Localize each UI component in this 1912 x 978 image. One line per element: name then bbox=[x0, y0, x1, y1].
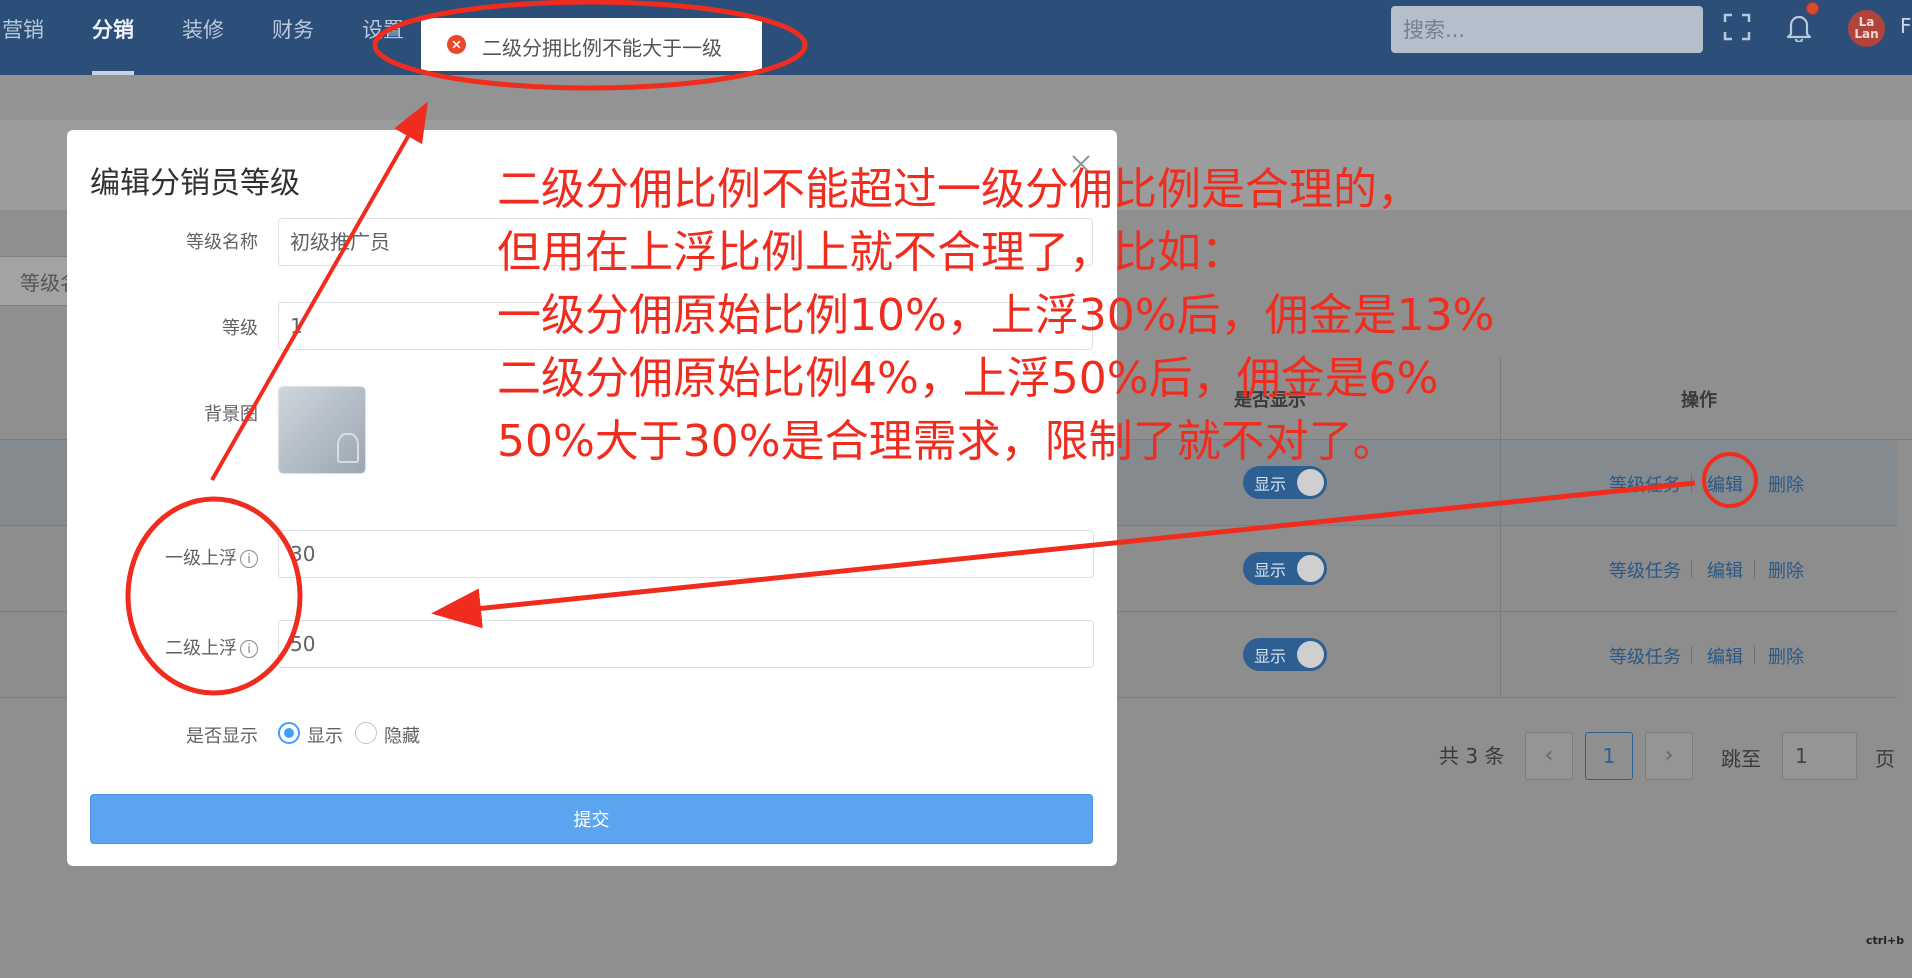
level-task-link[interactable]: 等级任务 bbox=[1609, 471, 1681, 497]
notification-badge bbox=[1806, 2, 1819, 15]
op-divider bbox=[1691, 474, 1692, 492]
edit-link[interactable]: 编辑 bbox=[1707, 643, 1743, 669]
info-icon[interactable]: i bbox=[240, 640, 258, 658]
edit-link[interactable]: 编辑 bbox=[1707, 557, 1743, 583]
edit-link[interactable]: 编辑 bbox=[1707, 471, 1743, 497]
fullscreen-icon[interactable] bbox=[1723, 13, 1751, 41]
column-divider bbox=[1500, 358, 1501, 698]
op-divider bbox=[1754, 474, 1755, 492]
pagination-jump-input[interactable]: 1 bbox=[1782, 732, 1857, 780]
annotation-line: 二级分佣原始比例4%，上浮50%后，佣金是6% bbox=[497, 353, 1439, 404]
delete-link[interactable]: 删除 bbox=[1768, 557, 1804, 583]
second-float-label: 二级上浮 i bbox=[165, 634, 258, 660]
pagination-page-button[interactable]: 1 bbox=[1585, 732, 1633, 780]
toast-message: 二级分拥比例不能大于一级 bbox=[482, 36, 722, 60]
switch-knob bbox=[1297, 555, 1324, 582]
thumbnail-decoration bbox=[337, 433, 359, 463]
annotation-line: 50%大于30%是合理需求，限制了就不对了。 bbox=[497, 416, 1397, 467]
first-float-label: 一级上浮 i bbox=[165, 544, 258, 570]
display-show-radio[interactable] bbox=[278, 722, 300, 744]
op-divider bbox=[1754, 560, 1755, 578]
pagination-page-suffix: 页 bbox=[1875, 747, 1895, 771]
error-icon bbox=[447, 35, 466, 54]
dialog-title: 编辑分销员等级 bbox=[90, 166, 300, 201]
th-actions: 操作 bbox=[1681, 390, 1717, 411]
watermark: ctrl+b bbox=[1866, 934, 1905, 947]
op-divider bbox=[1691, 560, 1692, 578]
first-float-label-text: 一级上浮 bbox=[165, 548, 237, 569]
op-divider bbox=[1754, 646, 1755, 664]
op-divider bbox=[1691, 646, 1692, 664]
nav-item-marketing[interactable]: 营销 bbox=[2, 14, 44, 44]
switch-knob bbox=[1297, 641, 1324, 668]
display-hide-radio[interactable] bbox=[355, 722, 377, 744]
display-hide-label: 隐藏 bbox=[384, 726, 420, 747]
level-name-label: 等级名称 bbox=[186, 232, 258, 253]
username-edge: F bbox=[1900, 14, 1912, 38]
annotation-text: 二级分佣比例不能超过一级分佣比例是合理的， 但用在上浮比例上就不合理了，比如： … bbox=[497, 158, 1494, 473]
display-switch[interactable]: 显示 bbox=[1243, 638, 1327, 671]
nav-item-settings[interactable]: 设置 bbox=[362, 14, 404, 44]
page-header-band bbox=[0, 75, 1912, 120]
delete-link[interactable]: 删除 bbox=[1768, 643, 1804, 669]
display-switch[interactable]: 显示 bbox=[1243, 552, 1327, 585]
background-image-thumbnail[interactable] bbox=[279, 387, 365, 473]
second-float-input[interactable]: 50 bbox=[278, 620, 1094, 668]
delete-link[interactable]: 删除 bbox=[1768, 471, 1804, 497]
switch-label: 显示 bbox=[1254, 561, 1287, 580]
nav-item-decoration[interactable]: 装修 bbox=[182, 14, 224, 44]
display-show-label: 显示 bbox=[307, 726, 343, 747]
nav-item-finance[interactable]: 财务 bbox=[272, 14, 314, 44]
background-image-label: 背景图 bbox=[204, 404, 258, 425]
second-float-label-text: 二级上浮 bbox=[165, 638, 237, 659]
level-task-link[interactable]: 等级任务 bbox=[1609, 643, 1681, 669]
pagination-total: 共 3 条 bbox=[1439, 744, 1505, 768]
pagination-prev-button[interactable]: ‹ bbox=[1525, 732, 1573, 780]
submit-button[interactable]: 提交 bbox=[90, 794, 1093, 844]
switch-knob bbox=[1297, 469, 1324, 496]
switch-label: 显示 bbox=[1254, 475, 1287, 494]
error-toast: 二级分拥比例不能大于一级 bbox=[421, 18, 762, 71]
switch-label: 显示 bbox=[1254, 647, 1287, 666]
annotation-line: 一级分佣原始比例10%，上浮30%后，佣金是13% bbox=[497, 290, 1495, 341]
pagination-next-button[interactable]: › bbox=[1645, 732, 1693, 780]
first-float-input[interactable]: 30 bbox=[278, 530, 1094, 578]
bell-icon[interactable] bbox=[1785, 12, 1813, 42]
search-input[interactable] bbox=[1391, 6, 1703, 53]
nav-item-distribution[interactable]: 分销 bbox=[92, 14, 134, 44]
display-label: 是否显示 bbox=[186, 726, 258, 747]
avatar-text-bottom: Lan bbox=[1854, 27, 1879, 41]
pagination-jump-label: 跳至 bbox=[1721, 747, 1761, 771]
avatar[interactable]: La Lan bbox=[1848, 10, 1885, 47]
annotation-line: 但用在上浮比例上就不合理了，比如： bbox=[497, 227, 1245, 278]
level-label: 等级 bbox=[222, 318, 258, 339]
level-task-link[interactable]: 等级任务 bbox=[1609, 557, 1681, 583]
info-icon[interactable]: i bbox=[240, 550, 258, 568]
annotation-line: 二级分佣比例不能超过一级分佣比例是合理的， bbox=[497, 164, 1421, 215]
